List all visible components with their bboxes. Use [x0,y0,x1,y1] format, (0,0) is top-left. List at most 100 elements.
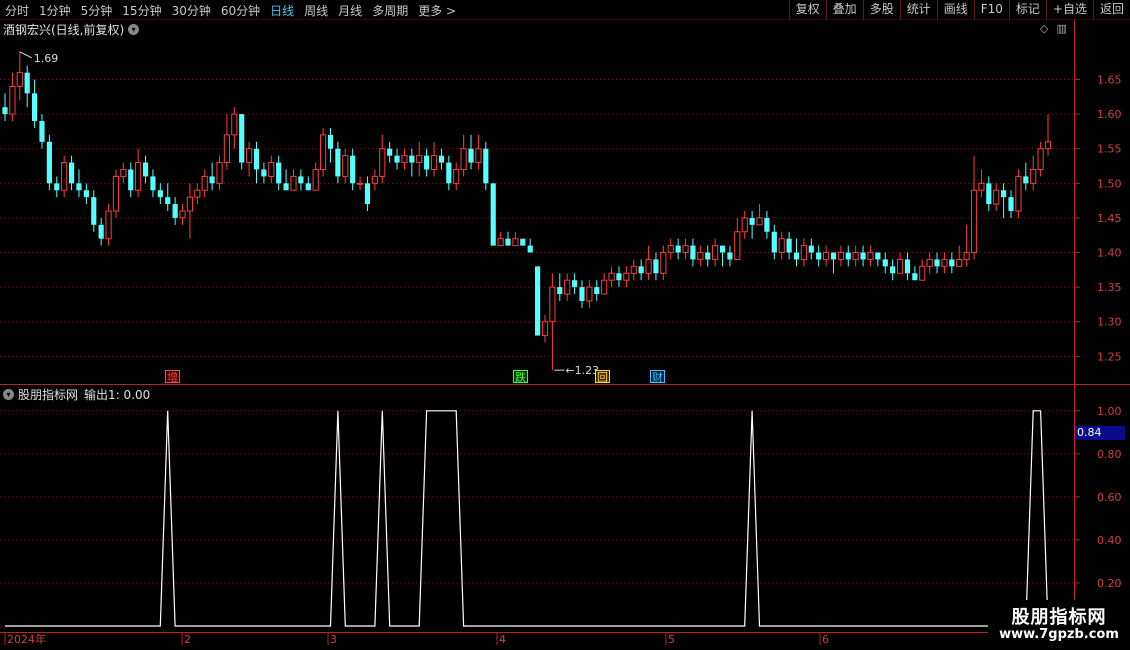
indicator-name: 股朋指标网 [18,387,79,402]
candle-body [261,169,267,177]
price-tick-label: 1.35 [1097,281,1122,294]
candle-body [239,114,245,163]
candle-body [460,148,467,170]
candle-body [364,183,371,205]
candle-body [1037,148,1044,170]
candle-body [800,245,807,260]
candle-body [223,134,231,164]
candle-body [571,280,578,288]
candle-body [867,252,874,260]
price-tick-label: 1.50 [1097,177,1122,190]
candle-body [276,162,282,184]
price-tick-label: 1.55 [1097,143,1122,156]
candle-body [734,231,741,260]
candle-body [497,238,504,247]
candle-body [793,252,800,260]
candle-body [527,245,533,253]
candle-body [978,182,985,191]
candle-body [216,162,223,184]
indicator-tick-label: 0.20 [1097,577,1122,590]
candle-body [179,210,186,219]
indicator-cursor-value: 0.84 [1075,426,1125,440]
candle-body [327,134,334,149]
candle-body [630,265,637,274]
candle-body [387,148,393,156]
candle-body [520,238,526,246]
candle-body [712,245,719,260]
candle-body [941,258,948,267]
date-label: 5 [668,633,675,646]
event-marker-2[interactable]: 回 [595,370,610,384]
candle-body [535,266,541,336]
candle-body [290,175,297,191]
candle-body [319,134,327,170]
candle-body [39,121,45,142]
candle-body [150,176,156,191]
candle-body [749,217,755,225]
candle-body [956,258,963,267]
candle-body [912,273,918,281]
candle-body [512,238,519,247]
price-tick-label: 1.65 [1097,74,1122,87]
candle-body [690,245,696,260]
candle-body [837,252,844,260]
indicator-tick-label: 0.40 [1097,534,1122,547]
candle-body [993,189,1000,205]
price-tick-label: 1.25 [1097,350,1122,363]
price-axis: 1.65 1.60 1.55 1.50 1.45 1.40 1.35 1.30 1.25 [1074,74,1122,363]
event-marker-0[interactable]: 增 [165,370,180,384]
candle-body [483,148,489,184]
date-axis: 2024年 2 3 4 5 6 [4,632,829,646]
candle-body [194,189,201,198]
candle-body [1001,190,1007,198]
candle-body [830,252,837,260]
candle-body [356,182,364,185]
chevron-down-icon[interactable]: ▾ [3,388,14,400]
candle-body [231,113,238,136]
candle-body [778,238,785,254]
candle-body [105,210,112,240]
candle-body [564,279,571,295]
candle-body [453,168,460,184]
candle-body [186,196,194,212]
candle-body [919,265,926,281]
candle-body [608,272,615,281]
candle-body [875,252,881,260]
candle-body [112,175,120,212]
event-marker-1[interactable]: 跌 [513,370,528,384]
candle-body [446,162,452,184]
candle-body [638,266,644,274]
price-tick-label: 1.40 [1097,247,1122,260]
candle-body [430,155,438,170]
candle-body [727,252,733,260]
candle-body [970,189,978,254]
candle-body [16,72,23,87]
candle-body [667,245,674,254]
chart-canvas[interactable]: 1.65 1.60 1.55 1.50 1.45 1.40 1.35 1.30 1.25 1.0… [0,0,1130,650]
candle-body [68,162,75,184]
candle-body [91,197,97,225]
candle-body [594,287,600,295]
indicator-grid [0,410,1074,584]
indicator-tick-label: 0.60 [1097,491,1122,504]
indicator-title-bar: ▾ 股朋指标网 输出1: 0.00 [3,387,151,402]
candle-body [1044,141,1052,150]
high-price-label: 1.69 [34,52,59,65]
candle-body [54,183,60,191]
candle-body [157,190,163,198]
candle-body [896,258,904,274]
candle-body [741,217,748,233]
candle-body [268,162,275,177]
candle-body [379,148,386,177]
price-tick-label: 1.45 [1097,212,1122,225]
event-marker-3[interactable]: 财 [650,370,665,384]
candle-body [350,155,356,184]
candle-body [986,183,992,205]
candle-body [201,175,208,191]
candle-body [371,175,378,184]
indicator-line-series [5,410,1093,627]
candle-body [312,168,319,191]
candle-body [682,245,689,254]
candle-body [808,245,814,253]
indicator-output: 输出1: 0.00 [84,387,151,402]
